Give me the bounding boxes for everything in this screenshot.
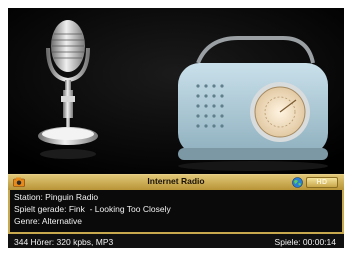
listeners-bitrate: 344 Hörer: 320 kpbs, MP3 bbox=[14, 237, 114, 247]
play-time: Spiele: 00:00:14 bbox=[274, 237, 336, 247]
globe-icon bbox=[292, 177, 303, 188]
station-label: Station: Pinguin Radio bbox=[14, 192, 99, 202]
info-panel: Internet Radio HD Station: Pinguin Radio… bbox=[8, 174, 344, 248]
radio-artwork bbox=[8, 8, 344, 173]
tv-screen: Internet Radio HD Station: Pinguin Radio… bbox=[8, 8, 344, 248]
hd-badge: HD bbox=[306, 177, 338, 188]
genre-label: Genre: Alternative bbox=[14, 216, 83, 226]
status-bar: 344 Hörer: 320 kpbs, MP3 Spiele: 00:00:1… bbox=[8, 233, 344, 248]
track-info: Station: Pinguin Radio Spielt gerade: Fi… bbox=[10, 190, 342, 232]
now-playing-label: Spielt gerade: Fink - Looking Too Closel… bbox=[14, 204, 171, 214]
panel-titlebar: Internet Radio HD bbox=[8, 175, 344, 190]
